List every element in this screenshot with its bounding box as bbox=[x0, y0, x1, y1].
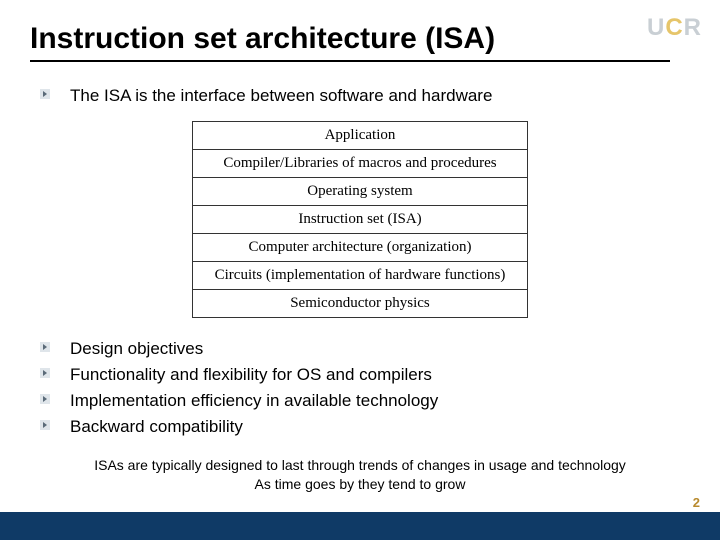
table-row: Instruction set (ISA) bbox=[192, 206, 528, 234]
footnote: ISAs are typically designed to last thro… bbox=[40, 456, 680, 494]
chevron-right-icon bbox=[40, 89, 52, 101]
chevron-right-icon bbox=[40, 394, 52, 406]
stack-layer: Circuits (implementation of hardware fun… bbox=[192, 262, 528, 290]
stack-layer: Semiconductor physics bbox=[192, 290, 528, 318]
layer-stack-table: Application Compiler/Libraries of macros… bbox=[192, 121, 529, 318]
stack-layer: Computer architecture (organization) bbox=[192, 234, 528, 262]
chevron-right-icon bbox=[40, 368, 52, 380]
table-row: Circuits (implementation of hardware fun… bbox=[192, 262, 528, 290]
bullet-row: Backward compatibility bbox=[40, 416, 680, 438]
stack-layer: Instruction set (ISA) bbox=[192, 206, 528, 234]
bullet-text: Functionality and flexibility for OS and… bbox=[70, 364, 432, 386]
table-row: Computer architecture (organization) bbox=[192, 234, 528, 262]
chevron-right-icon bbox=[40, 342, 52, 354]
logo-letter-r: R bbox=[684, 14, 702, 41]
stack-layer: Operating system bbox=[192, 178, 528, 206]
intro-bullet-row: The ISA is the interface between softwar… bbox=[40, 85, 680, 107]
page-number: 2 bbox=[693, 495, 700, 510]
bullet-text: Implementation efficiency in available t… bbox=[70, 390, 438, 412]
footer-bar bbox=[0, 512, 720, 540]
footnote-line: ISAs are typically designed to last thro… bbox=[40, 456, 680, 475]
bullet-text: Design objectives bbox=[70, 338, 203, 360]
footnote-line: As time goes by they tend to grow bbox=[40, 475, 680, 494]
intro-bullet-text: The ISA is the interface between softwar… bbox=[70, 85, 492, 107]
table-row: Compiler/Libraries of macros and procedu… bbox=[192, 150, 528, 178]
table-row: Application bbox=[192, 122, 528, 150]
slide-title: Instruction set architecture (ISA) bbox=[30, 22, 670, 62]
stack-layer: Compiler/Libraries of macros and procedu… bbox=[192, 150, 528, 178]
bullet-text: Backward compatibility bbox=[70, 416, 243, 438]
bullet-row: Design objectives bbox=[40, 338, 680, 360]
chevron-right-icon bbox=[40, 420, 52, 432]
bullet-row: Implementation efficiency in available t… bbox=[40, 390, 680, 412]
lower-bullets: Design objectives Functionality and flex… bbox=[40, 338, 680, 438]
table-row: Semiconductor physics bbox=[192, 290, 528, 318]
stack-layer: Application bbox=[192, 122, 528, 150]
slide-content: The ISA is the interface between softwar… bbox=[40, 85, 680, 494]
table-row: Operating system bbox=[192, 178, 528, 206]
bullet-row: Functionality and flexibility for OS and… bbox=[40, 364, 680, 386]
